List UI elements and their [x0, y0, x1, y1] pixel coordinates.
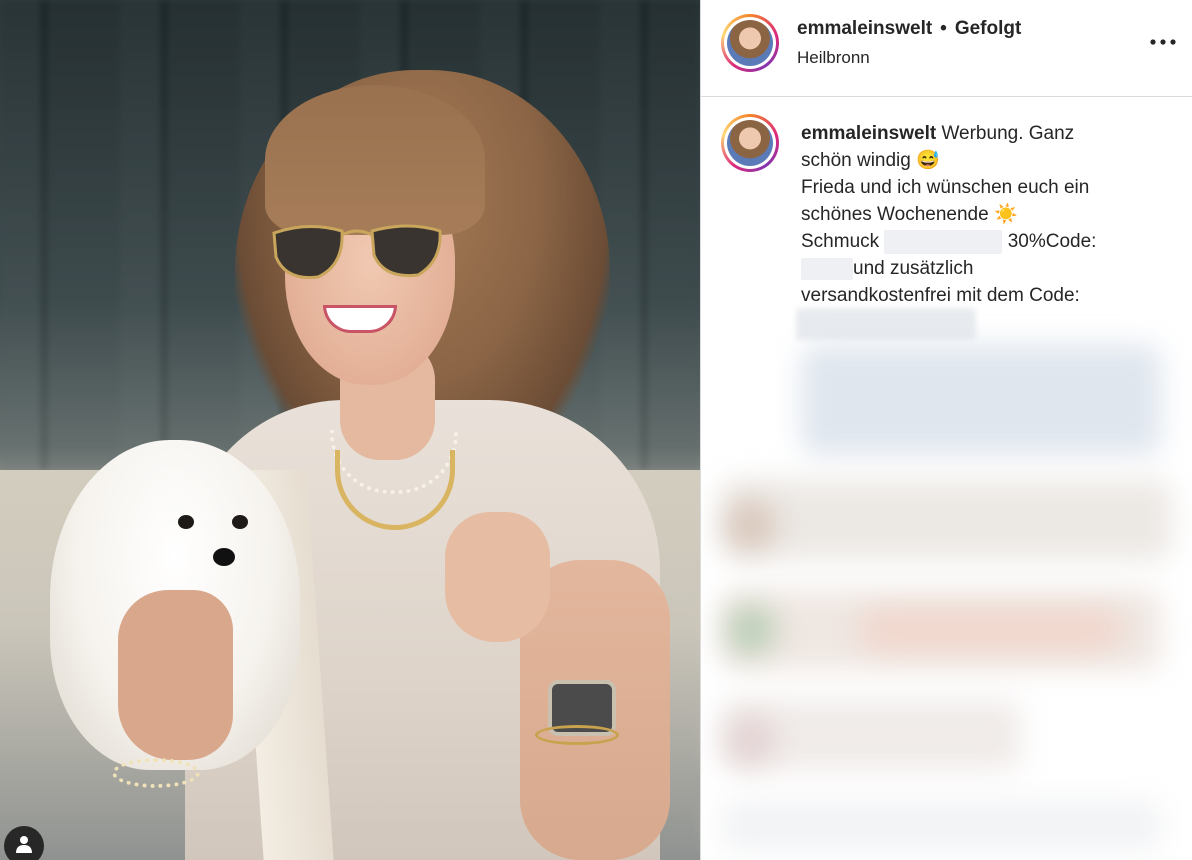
blurred-comment-avatar-3: [726, 715, 776, 765]
more-options-button[interactable]: [1147, 26, 1179, 58]
hair-bangs: [265, 85, 485, 235]
caption-line-2: schön windig: [801, 150, 911, 171]
sun-emoji-icon: ☀️: [993, 204, 1018, 225]
caption-line-1: Werbung. Ganz: [941, 123, 1075, 144]
dog-nose: [213, 548, 235, 566]
dog-eye-right: [232, 515, 248, 529]
caption-line-3: Frieda und ich wünschen euch ein: [801, 177, 1090, 198]
post-header: emmaleinswelt • Gefolgt Heilbronn: [701, 0, 1192, 97]
blurred-content-4: [861, 610, 1121, 650]
header-title-row: emmaleinswelt • Gefolgt: [797, 18, 1021, 40]
blurred-content-6: [721, 800, 1161, 850]
redacted-code-block: [796, 308, 976, 340]
user-icon: [16, 836, 32, 853]
blurred-content-2: [721, 480, 1171, 560]
post-photo[interactable]: [0, 0, 700, 860]
caption-line-4: schönes Wochenende: [801, 204, 989, 225]
caption-author-avatar[interactable]: [721, 114, 779, 172]
sunglasses: [272, 224, 442, 280]
caption-username[interactable]: emmaleinswelt: [801, 123, 936, 144]
pearl-bracelet: [112, 758, 200, 788]
caption-line-5-prefix: Schmuck: [801, 231, 880, 252]
left-hand: [118, 590, 233, 760]
gold-bracelet: [535, 725, 619, 745]
caption-line-6: und zusätzlich: [853, 258, 974, 279]
redacted-brand: [884, 229, 1003, 254]
more-horizontal-icon: [1150, 39, 1176, 45]
blurred-comment-avatar-1: [726, 500, 776, 550]
caption-line-5-suffix: 30%Code:: [1007, 231, 1097, 252]
post-location[interactable]: Heilbronn: [797, 48, 870, 68]
blurred-comment-avatar-2: [726, 605, 776, 655]
blurred-content-1: [801, 345, 1161, 455]
sweat-smile-emoji-icon: 😅: [916, 150, 940, 171]
author-username[interactable]: emmaleinswelt: [797, 18, 932, 39]
right-hand: [445, 512, 550, 642]
post-side-panel: emmaleinswelt • Gefolgt Heilbronn emmalein…: [700, 0, 1192, 860]
dog-eye-left: [178, 515, 194, 529]
post-caption: emmaleinswelt Werbung. Ganz schön windig…: [801, 120, 1171, 309]
tagged-users-button[interactable]: [4, 826, 44, 860]
separator-dot: •: [940, 18, 947, 39]
follow-status-button[interactable]: Gefolgt: [955, 18, 1022, 39]
author-avatar[interactable]: [721, 14, 779, 72]
redacted-code: [801, 257, 853, 280]
caption-line-7: versandkostenfrei mit dem Code:: [801, 285, 1080, 306]
